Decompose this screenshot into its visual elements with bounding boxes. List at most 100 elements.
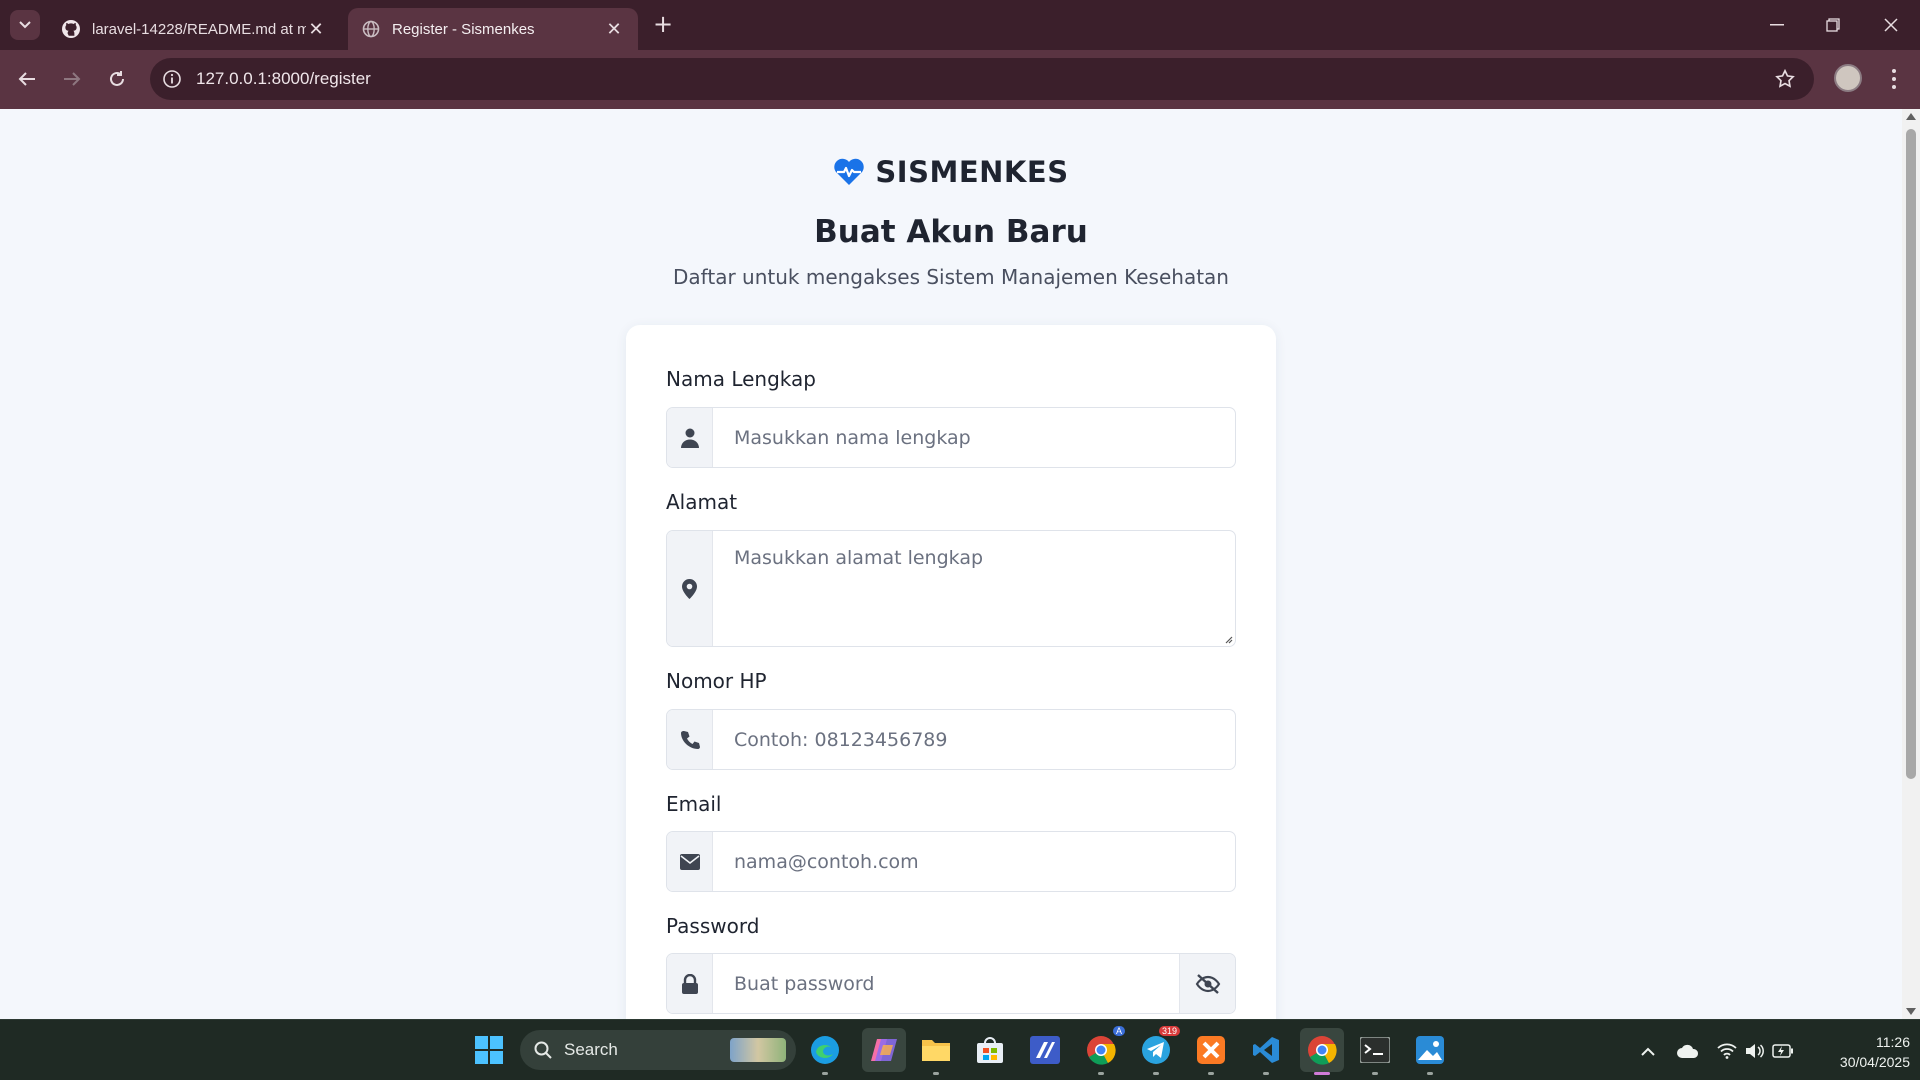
search-label: Search [564, 1040, 618, 1059]
password-addon [667, 954, 713, 1013]
edge-icon [811, 1036, 839, 1064]
search-icon [534, 1041, 552, 1059]
start-button[interactable] [471, 1032, 507, 1068]
file-explorer-button[interactable] [918, 1032, 954, 1068]
chrome-profile-a-button[interactable]: A [1083, 1026, 1125, 1068]
page-title: Buat Akun Baru [814, 214, 1088, 250]
forward-button[interactable] [57, 64, 87, 94]
show-hidden-icons-button[interactable] [1637, 1040, 1659, 1062]
tab-search-button[interactable] [10, 10, 40, 40]
active-indicator [1314, 1072, 1330, 1075]
name-input[interactable] [714, 408, 1235, 467]
map-pin-icon [682, 578, 697, 599]
speaker-icon [1746, 1044, 1764, 1058]
chrome-icon [1308, 1036, 1337, 1065]
user-icon [680, 428, 699, 448]
url-text[interactable]: 127.0.0.1:8000/register [196, 69, 371, 89]
taskbar-search[interactable]: Search [520, 1030, 796, 1070]
scroll-down-arrow-icon[interactable] [1906, 1008, 1916, 1015]
resize-grip-icon[interactable] [1223, 634, 1233, 644]
telegram-icon [1142, 1036, 1170, 1064]
xampp-app-button[interactable] [1193, 1032, 1229, 1068]
running-indicator [1153, 1072, 1159, 1075]
profile-avatar[interactable] [1834, 64, 1862, 92]
password-label: Password [666, 914, 760, 938]
address-label: Alamat [666, 490, 738, 514]
restore-button[interactable] [1818, 12, 1848, 38]
address-input-group [666, 530, 1236, 647]
address-bar[interactable]: 127.0.0.1:8000/register [150, 58, 1814, 100]
register-card: Nama Lengkap Alamat Nomor HP Email [626, 325, 1276, 1019]
scroll-thumb[interactable] [1906, 129, 1916, 779]
password-input[interactable] [714, 954, 1178, 1013]
edge-app-button[interactable] [807, 1032, 843, 1068]
page-subtitle: Daftar untuk mengakses Sistem Manajemen … [673, 265, 1229, 289]
vscode-app-button[interactable] [1248, 1032, 1284, 1068]
restore-icon [1826, 18, 1840, 32]
github-icon [62, 20, 80, 38]
minimize-button[interactable] [1762, 12, 1792, 38]
windows-taskbar: Search A 319 11:26 30/04/2025 [0, 1019, 1920, 1080]
chrome-icon [1087, 1036, 1116, 1065]
phone-input[interactable] [714, 710, 1235, 769]
visual-studio-button[interactable] [1027, 1032, 1063, 1068]
page-viewport: SISMENKES Buat Akun Baru Daftar untuk me… [0, 109, 1902, 1019]
new-tab-button[interactable]: + [650, 12, 676, 38]
password-input-group [666, 953, 1236, 1014]
chrome-app-button[interactable] [1300, 1028, 1344, 1072]
password-visibility-toggle[interactable] [1179, 954, 1235, 1013]
onedrive-tray-icon[interactable] [1677, 1040, 1699, 1062]
tab-github-readme[interactable]: laravel-14228/README.md at m ✕ [48, 8, 340, 50]
tab-title: laravel-14228/README.md at m [92, 20, 306, 38]
close-icon [1884, 18, 1898, 32]
name-addon [667, 408, 713, 467]
running-indicator [1427, 1072, 1433, 1075]
email-input[interactable] [714, 832, 1235, 891]
folder-icon [922, 1040, 950, 1061]
copilot-app-button[interactable] [862, 1028, 906, 1072]
address-textarea[interactable] [714, 531, 1235, 646]
terminal-app-button[interactable] [1357, 1032, 1393, 1068]
globe-icon [362, 20, 380, 38]
volume-tray-icon[interactable] [1744, 1040, 1766, 1062]
battery-charging-icon [1772, 1044, 1793, 1058]
name-label: Nama Lengkap [666, 367, 816, 391]
site-info-icon[interactable] [162, 69, 182, 89]
page-scrollbar[interactable] [1902, 109, 1920, 1019]
clock-date: 30/04/2025 [1839, 1054, 1910, 1070]
browser-menu-button[interactable] [1884, 64, 1904, 94]
wifi-tray-icon[interactable] [1716, 1040, 1738, 1062]
wifi-icon [1717, 1043, 1737, 1059]
browser-toolbar: 127.0.0.1:8000/register [0, 50, 1920, 109]
battery-tray-icon[interactable] [1772, 1040, 1794, 1062]
phone-addon [667, 710, 713, 769]
eye-slash-icon [1195, 973, 1220, 994]
reload-icon [110, 71, 124, 86]
running-indicator [822, 1072, 828, 1075]
store-icon [977, 1037, 1003, 1063]
scroll-up-arrow-icon[interactable] [1906, 113, 1916, 120]
reload-button[interactable] [102, 64, 132, 94]
bookmark-star-icon[interactable] [1774, 68, 1796, 90]
xampp-icon [1197, 1036, 1225, 1064]
taskbar-clock[interactable]: 11:26 30/04/2025 [1810, 1032, 1910, 1072]
email-label: Email [666, 792, 722, 816]
lock-icon [681, 973, 698, 994]
back-button[interactable] [12, 64, 42, 94]
telegram-app-button[interactable]: 319 [1138, 1026, 1180, 1068]
name-input-group [666, 407, 1236, 468]
vscode-icon [1253, 1037, 1279, 1063]
running-indicator [1263, 1072, 1269, 1075]
photos-app-button[interactable] [1412, 1032, 1448, 1068]
close-icon[interactable]: ✕ [306, 19, 326, 40]
store-app-button[interactable] [972, 1032, 1008, 1068]
photos-icon [1416, 1036, 1444, 1064]
tab-register-sismenkes[interactable]: Register - Sismenkes ✕ [348, 8, 638, 50]
email-addon [667, 832, 713, 891]
close-window-button[interactable] [1876, 12, 1906, 38]
close-icon[interactable]: ✕ [604, 19, 624, 40]
chevron-down-icon [19, 21, 31, 29]
phone-label: Nomor HP [666, 669, 767, 693]
arrow-right-icon [64, 72, 81, 86]
copilot-icon [871, 1039, 897, 1061]
